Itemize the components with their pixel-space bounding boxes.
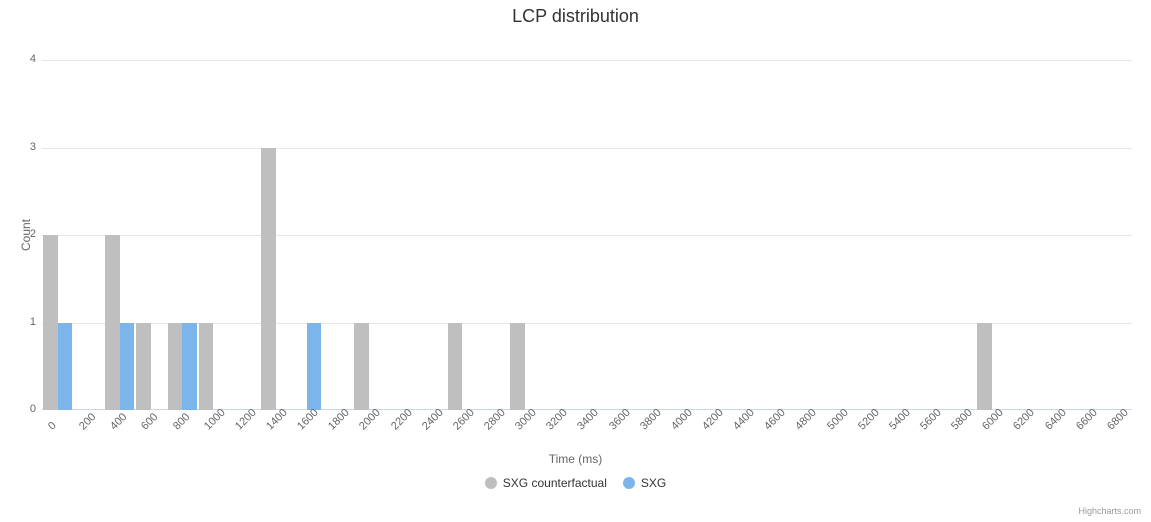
- x-tick: 4200: [700, 407, 726, 433]
- bar[interactable]: [120, 323, 135, 411]
- x-tick: 2800: [482, 407, 508, 433]
- bar[interactable]: [168, 323, 183, 411]
- bar[interactable]: [136, 323, 151, 411]
- x-tick: 1400: [264, 407, 290, 433]
- x-tick: 2000: [357, 407, 383, 433]
- x-tick: 2600: [451, 407, 477, 433]
- legend-label: SXG counterfactual: [503, 476, 607, 490]
- x-tick: 6600: [1074, 407, 1100, 433]
- y-tick: 1: [6, 316, 36, 328]
- x-tick: 6400: [1043, 407, 1069, 433]
- y-tick: 2: [6, 228, 36, 240]
- y-tick: 4: [6, 53, 36, 65]
- x-tick: 5600: [918, 407, 944, 433]
- x-tick: 4000: [669, 407, 695, 433]
- bar[interactable]: [354, 323, 369, 411]
- legend-item[interactable]: SXG: [623, 476, 666, 490]
- x-tick: 1800: [326, 407, 352, 433]
- legend-item[interactable]: SXG counterfactual: [485, 476, 607, 490]
- x-tick: 6200: [1011, 407, 1037, 433]
- x-tick: 800: [171, 411, 192, 432]
- x-tick: 5200: [856, 407, 882, 433]
- plot-area: Count 01234: [42, 60, 1132, 410]
- bar[interactable]: [182, 323, 197, 411]
- legend: SXG counterfactual SXG: [0, 476, 1151, 492]
- x-tick: 400: [108, 411, 129, 432]
- x-axis-label: Time (ms): [0, 452, 1151, 466]
- y-tick: 0: [6, 403, 36, 415]
- x-tick: 1000: [202, 407, 228, 433]
- x-tick: 4800: [793, 407, 819, 433]
- bar[interactable]: [307, 323, 322, 411]
- legend-swatch-icon: [623, 477, 635, 489]
- x-tick: 5400: [887, 407, 913, 433]
- x-tick: 600: [139, 411, 160, 432]
- bar[interactable]: [448, 323, 463, 411]
- x-tick: 3000: [513, 407, 539, 433]
- x-tick: 2200: [389, 407, 415, 433]
- x-tick: 4400: [731, 407, 757, 433]
- x-tick: 3400: [575, 407, 601, 433]
- bar[interactable]: [43, 235, 58, 410]
- x-tick: 0: [46, 420, 59, 433]
- bar[interactable]: [58, 323, 73, 411]
- legend-label: SXG: [641, 476, 666, 490]
- bar[interactable]: [510, 323, 525, 411]
- gridline: [42, 148, 1132, 149]
- x-tick: 2400: [420, 407, 446, 433]
- bar[interactable]: [261, 148, 276, 411]
- x-tick: 1200: [233, 407, 259, 433]
- x-tick: 6000: [980, 407, 1006, 433]
- legend-swatch-icon: [485, 477, 497, 489]
- x-tick: 3200: [544, 407, 570, 433]
- chart-title: LCP distribution: [0, 6, 1151, 27]
- x-tick: 4600: [762, 407, 788, 433]
- y-tick: 3: [6, 141, 36, 153]
- x-tick: 200: [77, 411, 98, 432]
- x-tick: 6800: [1105, 407, 1131, 433]
- x-tick: 5000: [825, 407, 851, 433]
- x-tick: 3600: [607, 407, 633, 433]
- bar[interactable]: [199, 323, 214, 411]
- bar[interactable]: [977, 323, 992, 411]
- x-tick: 1600: [295, 407, 321, 433]
- credits-link[interactable]: Highcharts.com: [1078, 506, 1141, 516]
- x-tick: 5800: [949, 407, 975, 433]
- gridline: [42, 235, 1132, 236]
- bar[interactable]: [105, 235, 120, 410]
- x-tick: 3800: [638, 407, 664, 433]
- gridline: [42, 60, 1132, 61]
